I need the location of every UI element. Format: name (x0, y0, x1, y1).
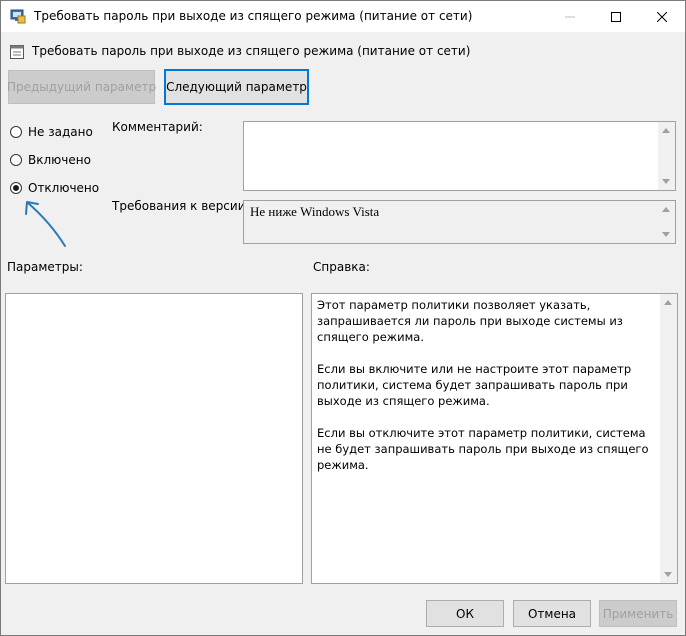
window-title: Требовать пароль при выходе из спящего р… (34, 9, 473, 23)
radio-label: Включено (28, 153, 91, 167)
radio-label: Не задано (28, 125, 93, 139)
maximize-button[interactable] (593, 1, 639, 32)
help-paragraph: Если вы отключите этот параметр политики… (317, 426, 649, 472)
scroll-down-arrow-icon[interactable] (664, 572, 672, 577)
supported-on-scrollbar[interactable] (658, 201, 675, 243)
cancel-button[interactable]: Отмена (513, 600, 591, 627)
help-label: Справка: (313, 260, 370, 274)
scroll-up-arrow-icon[interactable] (662, 128, 670, 133)
annotation-arrow-icon (25, 201, 66, 247)
scroll-up-arrow-icon[interactable] (662, 207, 670, 212)
help-paragraph: Этот параметр политики позволяет указать… (317, 298, 623, 344)
comment-label: Комментарий: (112, 120, 203, 134)
radio-enabled[interactable]: Включено (10, 152, 91, 168)
supported-on-field: Не ниже Windows Vista (243, 200, 676, 244)
help-panel: Этот параметр политики позволяет указать… (311, 293, 678, 584)
supported-on-value: Не ниже Windows Vista (250, 204, 380, 219)
previous-setting-button[interactable]: Предыдущий параметр (7, 70, 156, 104)
ok-button[interactable]: ОК (426, 600, 504, 627)
radio-label: Отключено (28, 181, 100, 195)
help-text: Этот параметр политики позволяет указать… (317, 297, 657, 489)
supported-on-label: Требования к версии: (112, 199, 250, 213)
radio-indicator-checked (10, 182, 22, 194)
radio-indicator (10, 154, 22, 166)
help-paragraph: Если вы включите или не настроите этот п… (317, 362, 632, 408)
comment-scrollbar[interactable] (658, 122, 675, 190)
policy-app-icon (10, 8, 26, 24)
scroll-up-arrow-icon[interactable] (664, 300, 672, 305)
options-panel (5, 293, 303, 584)
next-setting-button[interactable]: Следующий параметр (164, 69, 309, 105)
apply-button[interactable]: Применить (599, 600, 677, 627)
options-label: Параметры: (7, 260, 83, 274)
radio-indicator (10, 126, 22, 138)
close-button[interactable] (639, 1, 685, 32)
policy-setting-dialog: Требовать пароль при выходе из спящего р… (0, 0, 686, 636)
title-bar[interactable]: Требовать пароль при выходе из спящего р… (1, 1, 685, 32)
radio-not-configured[interactable]: Не задано (10, 124, 93, 140)
scroll-down-arrow-icon[interactable] (662, 232, 670, 237)
minimize-button[interactable] (547, 1, 593, 32)
policy-setting-icon (9, 44, 25, 60)
help-scrollbar[interactable] (660, 294, 677, 583)
scroll-down-arrow-icon[interactable] (662, 179, 670, 184)
comment-textarea[interactable] (243, 121, 676, 191)
setting-name: Требовать пароль при выходе из спящего р… (32, 44, 471, 58)
